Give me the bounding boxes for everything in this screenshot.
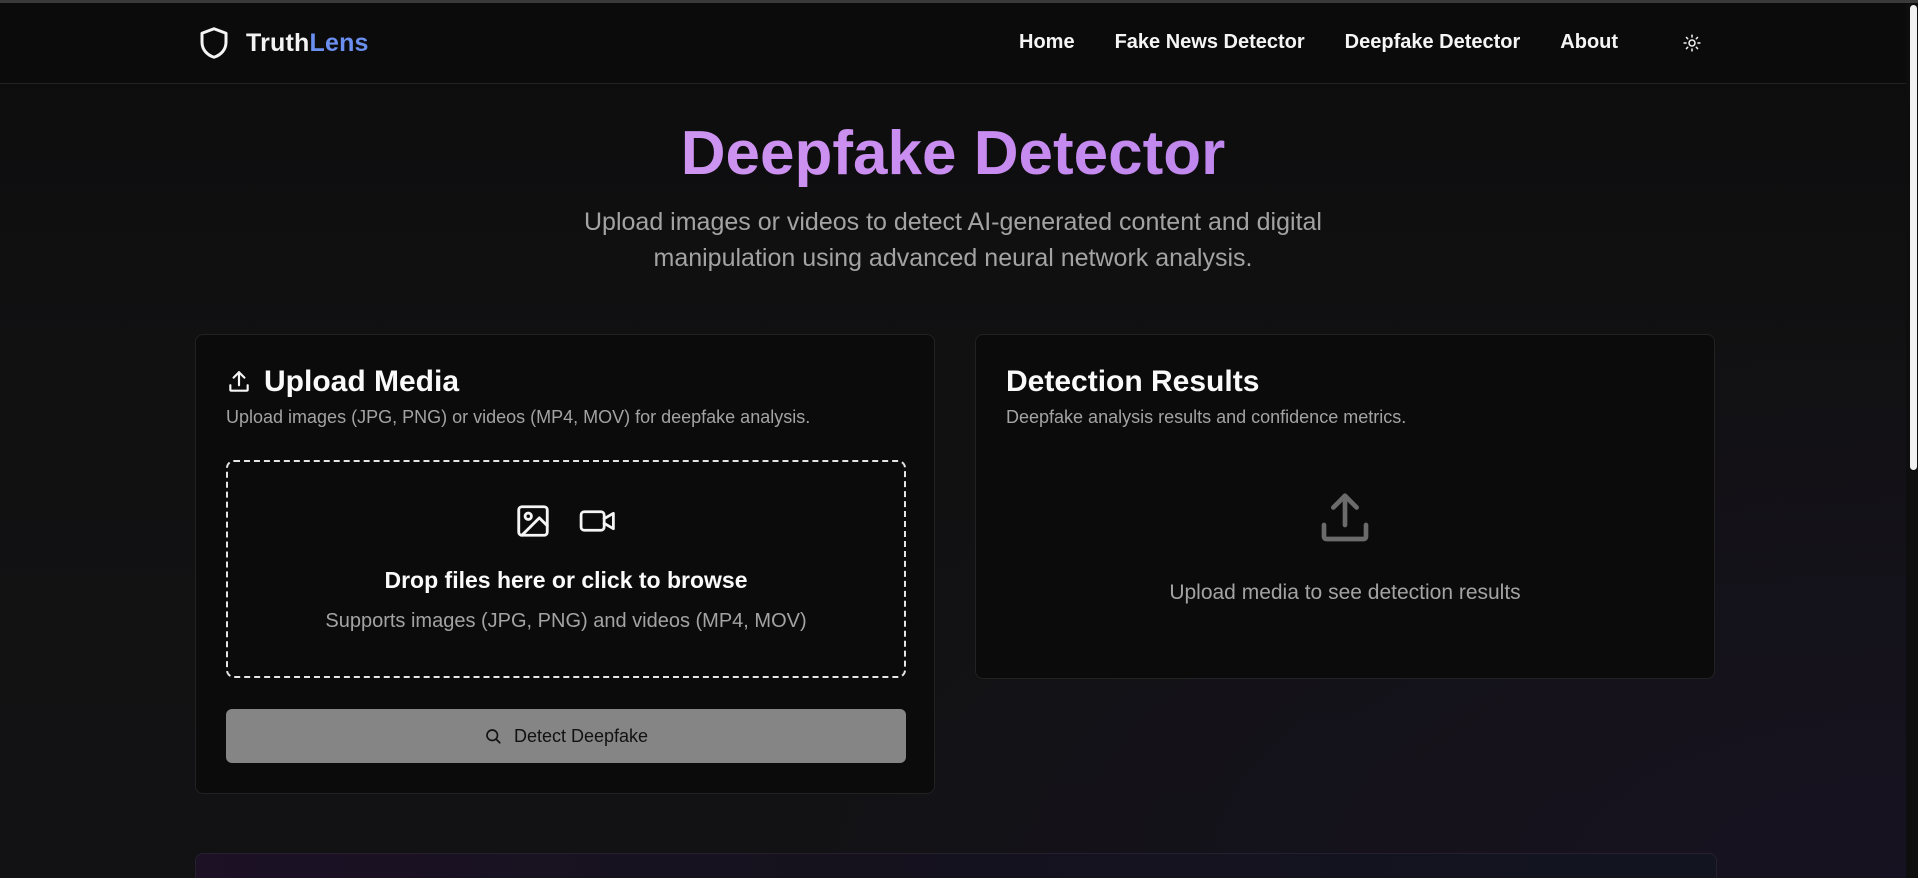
results-card-title: Detection Results (1006, 365, 1260, 398)
dropzone-subtitle: Supports images (JPG, PNG) and videos (M… (325, 610, 807, 632)
shield-icon (200, 27, 228, 59)
nav-home[interactable]: Home (1019, 31, 1075, 54)
upload-card-description: Upload images (JPG, PNG) or videos (MP4,… (226, 407, 811, 427)
detection-results-card: Detection Results Deepfake analysis resu… (975, 334, 1715, 679)
nav-about[interactable]: About (1560, 31, 1618, 54)
brand-part-lens: Lens (309, 28, 369, 57)
results-card-header: Detection Results (1006, 365, 1259, 399)
page-subtitle: Upload images or videos to detect AI-gen… (584, 208, 1322, 272)
theme-toggle-button[interactable] (1678, 29, 1706, 57)
dropzone-title: Drop files here or click to browse (384, 567, 748, 593)
upload-card-title: Upload Media (264, 365, 460, 398)
detect-deepfake-label: Detect Deepfake (513, 725, 649, 746)
navbar: TruthLens Home Fake News Detector Deepfa… (0, 3, 1906, 84)
next-section-card (195, 853, 1717, 878)
brand-name: TruthLens (246, 29, 369, 58)
file-dropzone[interactable]: Drop files here or click to browse Suppo… (226, 460, 906, 678)
search-icon (486, 729, 501, 744)
upload-icon (1321, 493, 1369, 542)
dropzone-icons (228, 502, 904, 540)
results-empty-message: Upload media to see detection results (1169, 581, 1521, 604)
main-nav: Home Fake News Detector Deepfake Detecto… (1019, 31, 1618, 54)
detect-deepfake-button[interactable]: Detect Deepfake (226, 709, 906, 763)
results-card-description: Deepfake analysis results and confidence… (1006, 407, 1407, 427)
image-icon (517, 505, 549, 537)
brand-part-truth: Truth (246, 28, 310, 57)
upload-media-card: Upload Media Upload images (JPG, PNG) or… (195, 334, 935, 794)
upload-icon (229, 371, 249, 392)
logo[interactable]: TruthLens (196, 23, 369, 63)
video-icon (579, 510, 615, 532)
upload-card-header: Upload Media (226, 365, 459, 399)
page-title: Deepfake Detector (0, 116, 1906, 192)
nav-fake-news-detector[interactable]: Fake News Detector (1115, 31, 1305, 54)
nav-deepfake-detector[interactable]: Deepfake Detector (1345, 31, 1521, 54)
sun-icon (1683, 34, 1701, 52)
scrollbar-thumb[interactable] (1910, 5, 1917, 470)
